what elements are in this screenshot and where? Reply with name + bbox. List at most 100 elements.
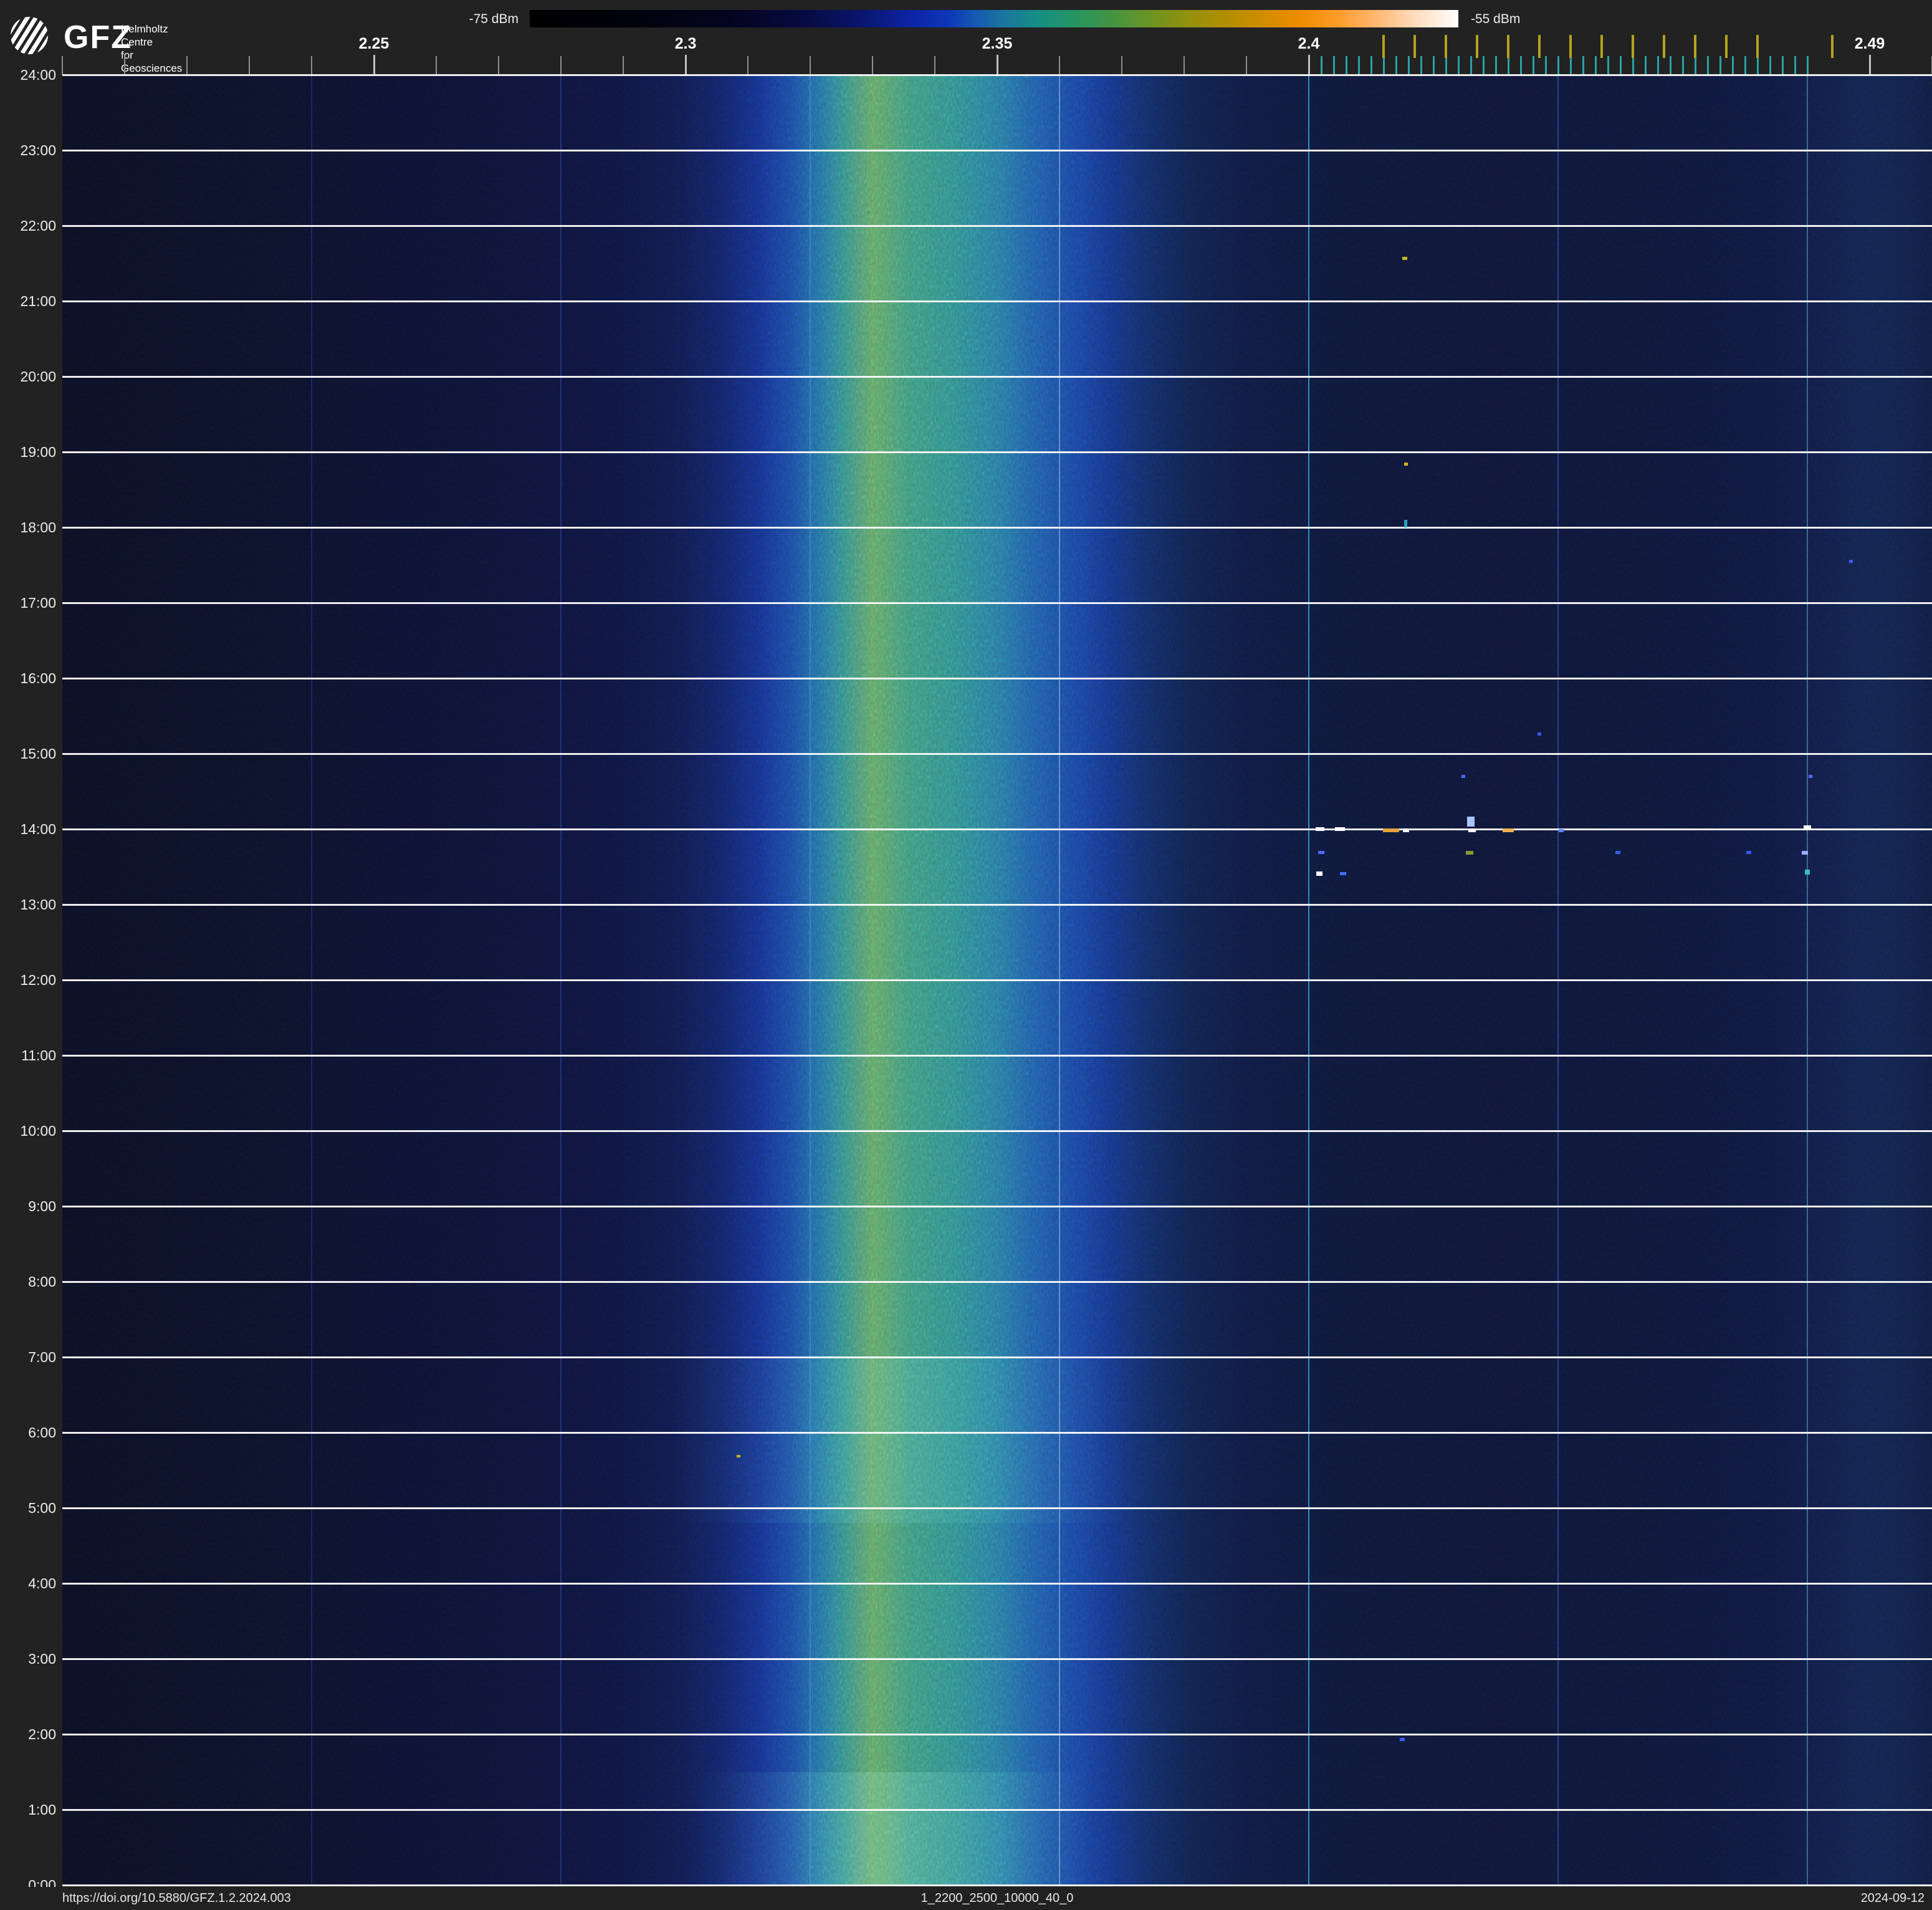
time-tick-label: 3:00 bbox=[28, 1651, 56, 1667]
time-tick-label: 20:00 bbox=[20, 368, 56, 385]
time-tick-label: 18:00 bbox=[20, 519, 56, 535]
ble-channel-tick bbox=[1732, 56, 1734, 75]
ble-channel-tick bbox=[1358, 56, 1360, 75]
wifi-channel-tick bbox=[1413, 35, 1416, 58]
freq-minor-tick bbox=[1121, 56, 1122, 75]
ble-channel-tick bbox=[1645, 56, 1647, 75]
doi-link[interactable]: https://doi.org/10.5880/GFZ.1.2.2024.003 bbox=[62, 1891, 291, 1906]
freq-major-tick bbox=[373, 55, 375, 75]
time-tick-label: 6:00 bbox=[28, 1424, 56, 1441]
rf-event-markers bbox=[62, 75, 1932, 1885]
freq-minor-tick bbox=[436, 56, 437, 75]
ble-channel-tick bbox=[1533, 56, 1534, 75]
freq-minor-tick bbox=[560, 56, 562, 75]
time-tick-label: 10:00 bbox=[20, 1123, 56, 1139]
ble-channel-tick bbox=[1782, 56, 1784, 75]
wifi-channel-tick bbox=[1476, 35, 1478, 58]
ble-channel-tick bbox=[1670, 56, 1671, 75]
ble-channel-tick bbox=[1682, 56, 1684, 75]
ble-channel-tick bbox=[1483, 56, 1485, 75]
ble-channel-tick bbox=[1657, 56, 1659, 75]
rf-event bbox=[1559, 828, 1564, 832]
rf-event bbox=[1402, 256, 1407, 260]
freq-minor-tick bbox=[311, 56, 312, 75]
rf-event bbox=[1503, 828, 1514, 833]
freq-major-tick bbox=[1869, 55, 1871, 75]
wifi-channel-tick bbox=[1382, 35, 1385, 58]
ble-channel-tick bbox=[1807, 56, 1809, 75]
wifi-channel-tick bbox=[1445, 35, 1447, 58]
time-tick-label: 8:00 bbox=[28, 1274, 56, 1290]
rf-event bbox=[1615, 851, 1620, 854]
ble-channel-tick bbox=[1570, 56, 1572, 75]
ble-channel-tick bbox=[1433, 56, 1435, 75]
rf-event bbox=[1802, 850, 1808, 855]
rf-event bbox=[1404, 519, 1407, 527]
ble-channel-tick bbox=[1370, 56, 1372, 75]
rf-event bbox=[1318, 851, 1324, 854]
time-tick-label: 11:00 bbox=[21, 1047, 56, 1063]
ble-channel-tick bbox=[1557, 56, 1559, 75]
freq-minor-tick bbox=[124, 56, 125, 75]
rf-event bbox=[737, 1454, 740, 1457]
ble-channel-tick bbox=[1458, 56, 1460, 75]
ble-channel-tick bbox=[1607, 56, 1609, 75]
freq-minor-tick bbox=[623, 56, 624, 75]
wifi-channel-tick bbox=[1632, 35, 1634, 58]
ble-channel-tick bbox=[1695, 56, 1696, 75]
freq-minor-tick bbox=[872, 56, 873, 75]
wifi-channel-tick bbox=[1663, 35, 1665, 58]
rf-event bbox=[1316, 871, 1322, 876]
wifi-channel-tick bbox=[1831, 35, 1834, 58]
time-tick-label: 13:00 bbox=[20, 896, 56, 913]
ble-channel-tick bbox=[1582, 56, 1584, 75]
time-tick-label: 9:00 bbox=[28, 1198, 56, 1214]
time-tick-label: 22:00 bbox=[20, 218, 56, 234]
ble-channel-tick bbox=[1769, 56, 1771, 75]
ble-channel-tick bbox=[1420, 56, 1422, 75]
ble-channel-tick bbox=[1794, 56, 1796, 75]
rf-event bbox=[1805, 869, 1810, 875]
dataset-id: 1_2200_2500_10000_40_0 bbox=[921, 1891, 1074, 1905]
time-tick-label: 24:00 bbox=[20, 67, 56, 83]
ble-channel-tick bbox=[1719, 56, 1721, 75]
ble-channel-tick bbox=[1470, 56, 1472, 75]
rf-event bbox=[1461, 774, 1465, 778]
ble-channel-tick bbox=[1321, 56, 1322, 75]
freq-minor-tick bbox=[1184, 56, 1185, 75]
ble-channel-tick bbox=[1445, 56, 1447, 75]
freq-minor-tick bbox=[1059, 56, 1060, 75]
time-tick-label: 21:00 bbox=[20, 293, 56, 309]
footer-bar: https://doi.org/10.5880/GFZ.1.2.2024.003… bbox=[0, 1887, 1932, 1910]
rf-event bbox=[1316, 827, 1324, 831]
freq-tick-label: 2.49 bbox=[1854, 35, 1885, 52]
freq-minor-tick bbox=[810, 56, 811, 75]
rf-event bbox=[1746, 851, 1751, 854]
rf-event bbox=[1849, 559, 1853, 563]
ble-channel-tick bbox=[1595, 56, 1597, 75]
wifi-channel-tick bbox=[1538, 35, 1541, 58]
rf-event bbox=[1340, 871, 1346, 875]
time-tick-label: 5:00 bbox=[28, 1500, 56, 1516]
ble-channel-tick bbox=[1757, 56, 1759, 75]
rf-event bbox=[1809, 774, 1812, 778]
ble-channel-tick bbox=[1707, 56, 1709, 75]
ble-channel-tick bbox=[1408, 56, 1410, 75]
rf-event bbox=[1804, 825, 1811, 830]
rf-event bbox=[1467, 816, 1475, 827]
wifi-channel-tick bbox=[1725, 35, 1728, 58]
time-tick-label: 16:00 bbox=[20, 670, 56, 686]
freq-minor-tick bbox=[1246, 56, 1247, 75]
freq-minor-tick bbox=[934, 56, 935, 75]
ble-channel-tick bbox=[1383, 56, 1385, 75]
time-tick-label: 12:00 bbox=[20, 972, 56, 988]
time-tick-label: 4:00 bbox=[28, 1575, 56, 1591]
time-tick-label: 14:00 bbox=[20, 821, 56, 837]
freq-major-tick bbox=[1308, 55, 1310, 75]
ble-channel-tick bbox=[1545, 56, 1547, 75]
time-axis: 24:00 23:00 22:00 21:00 20:00 19:00 18:00 17:00… bbox=[0, 0, 62, 1910]
freq-minor-tick bbox=[249, 56, 250, 75]
freq-minor-tick bbox=[747, 56, 748, 75]
ble-channel-tick bbox=[1495, 56, 1497, 75]
ble-channel-tick bbox=[1520, 56, 1522, 75]
